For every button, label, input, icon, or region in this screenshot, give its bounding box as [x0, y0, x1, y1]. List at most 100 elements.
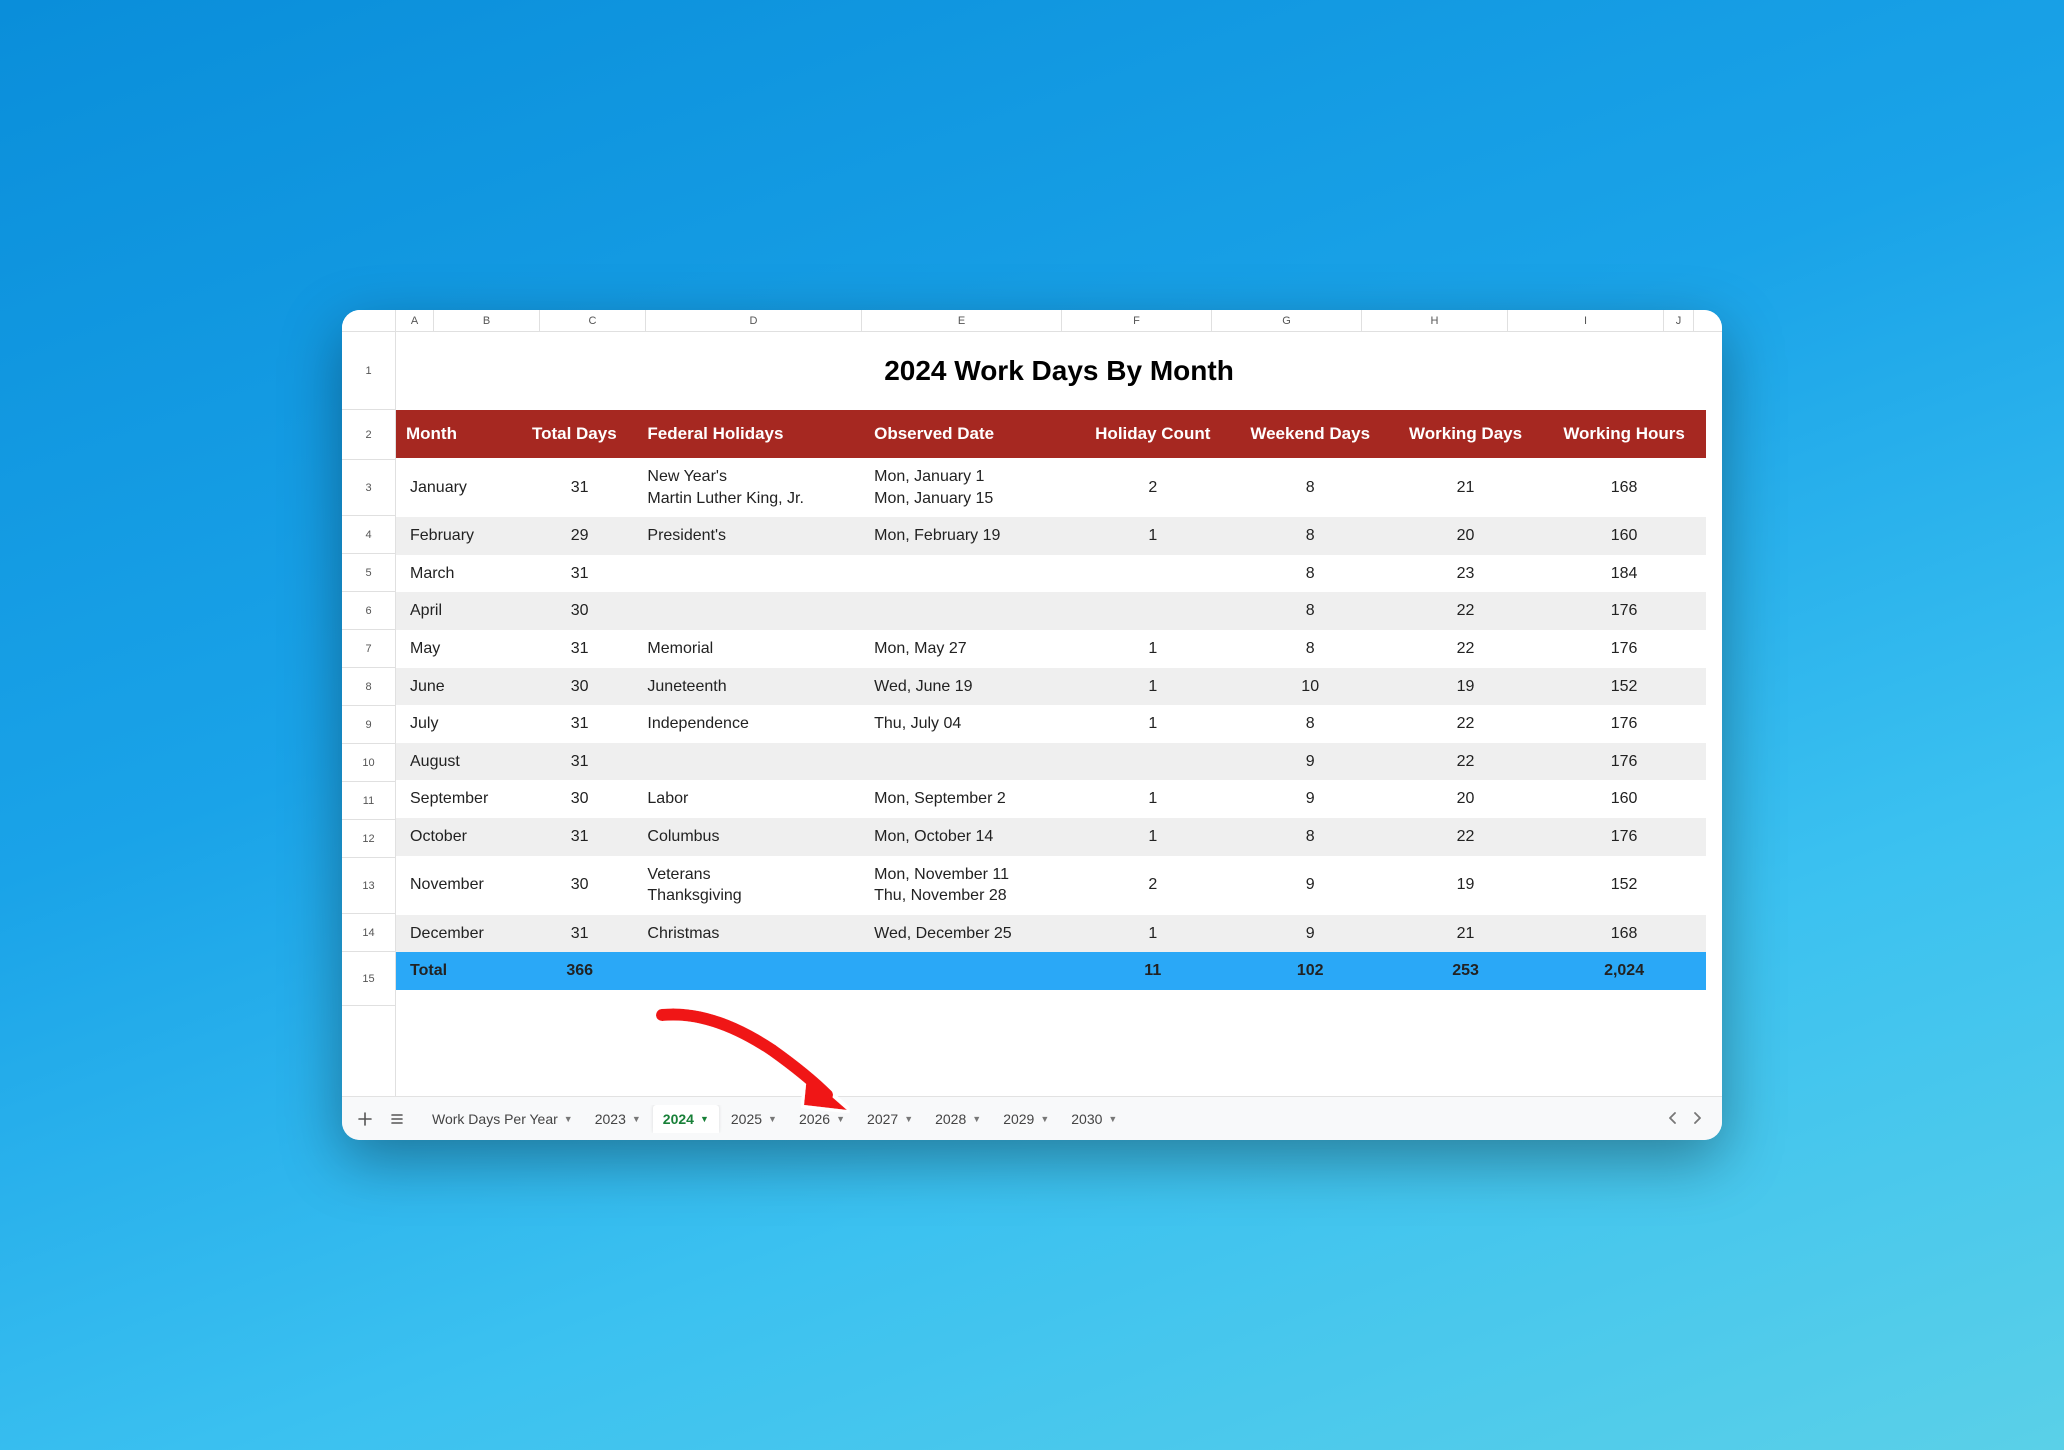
- table-row[interactable]: October31ColumbusMon, October 141822176: [396, 818, 1706, 856]
- cell-weekend-days[interactable]: 9: [1231, 856, 1388, 915]
- cell-total-holidays[interactable]: [637, 952, 864, 990]
- cell-observed-date[interactable]: Mon, November 11 Thu, November 28: [864, 856, 1074, 915]
- col-working-days[interactable]: Working Days: [1389, 410, 1542, 458]
- table-row[interactable]: March31823184: [396, 555, 1706, 593]
- cell-weekend-days[interactable]: 8: [1231, 592, 1388, 630]
- column-head-G[interactable]: G: [1212, 310, 1362, 331]
- sheet-tab-2030[interactable]: 2030▼: [1061, 1105, 1127, 1133]
- cell-total-days-sum[interactable]: 366: [522, 952, 637, 990]
- cell-working-days[interactable]: 22: [1389, 818, 1542, 856]
- cell-working-hours[interactable]: 184: [1542, 555, 1706, 593]
- sheet-area[interactable]: 2024 Work Days By Month Month Total Days: [396, 332, 1722, 1096]
- cell-observed-date[interactable]: Wed, June 19: [864, 668, 1074, 706]
- table-row[interactable]: May31MemorialMon, May 271822176: [396, 630, 1706, 668]
- cell-observed-date[interactable]: Mon, September 2: [864, 780, 1074, 818]
- row-head-13[interactable]: 13: [342, 858, 395, 914]
- cell-observed-date[interactable]: Mon, February 19: [864, 517, 1074, 555]
- cell-observed-date[interactable]: Mon, October 14: [864, 818, 1074, 856]
- cell-working-days[interactable]: 20: [1389, 517, 1542, 555]
- cell-working-days[interactable]: 19: [1389, 856, 1542, 915]
- col-month[interactable]: Month: [396, 410, 522, 458]
- cell-weekend-days[interactable]: 9: [1231, 743, 1388, 781]
- add-sheet-button[interactable]: [350, 1104, 380, 1134]
- cell-weekend-days[interactable]: 8: [1231, 630, 1388, 668]
- cell-federal-holidays[interactable]: Christmas: [637, 915, 864, 953]
- cell-weekend-days[interactable]: 8: [1231, 555, 1388, 593]
- cell-weekend-days[interactable]: 9: [1231, 780, 1388, 818]
- cell-working-hours[interactable]: 160: [1542, 517, 1706, 555]
- col-working-hours[interactable]: Working Hours: [1542, 410, 1706, 458]
- cell-total-days[interactable]: 31: [522, 915, 637, 953]
- cell-holiday-count[interactable]: 2: [1074, 856, 1231, 915]
- cell-working-days[interactable]: 22: [1389, 630, 1542, 668]
- cell-working-hours[interactable]: 176: [1542, 592, 1706, 630]
- cell-working-hours[interactable]: 176: [1542, 705, 1706, 743]
- cell-month[interactable]: September: [396, 780, 522, 818]
- row-head-5[interactable]: 5: [342, 554, 395, 592]
- col-total-days[interactable]: Total Days: [522, 410, 637, 458]
- table-row[interactable]: December31ChristmasWed, December 2519211…: [396, 915, 1706, 953]
- cell-observed-date[interactable]: Wed, December 25: [864, 915, 1074, 953]
- cell-working-days[interactable]: 22: [1389, 705, 1542, 743]
- cell-federal-holidays[interactable]: Veterans Thanksgiving: [637, 856, 864, 915]
- row-head-11[interactable]: 11: [342, 782, 395, 820]
- cell-holiday-count[interactable]: 1: [1074, 517, 1231, 555]
- table-row[interactable]: February29President'sMon, February 19182…: [396, 517, 1706, 555]
- cell-month[interactable]: November: [396, 856, 522, 915]
- cell-total-days[interactable]: 30: [522, 856, 637, 915]
- cell-working-hours[interactable]: 168: [1542, 915, 1706, 953]
- chevron-down-icon[interactable]: ▼: [972, 1114, 981, 1124]
- cell-holiday-count[interactable]: [1074, 592, 1231, 630]
- cell-holiday-count[interactable]: 1: [1074, 705, 1231, 743]
- row-head-15[interactable]: 15: [342, 952, 395, 1006]
- sheet-tab-2023[interactable]: 2023▼: [585, 1105, 651, 1133]
- table-row[interactable]: August31922176: [396, 743, 1706, 781]
- col-weekend-days[interactable]: Weekend Days: [1231, 410, 1388, 458]
- chevron-down-icon[interactable]: ▼: [1040, 1114, 1049, 1124]
- sheet-tab-2024[interactable]: 2024▼: [653, 1105, 719, 1133]
- cell-weekend-days[interactable]: 8: [1231, 705, 1388, 743]
- cell-weekend-days[interactable]: 10: [1231, 668, 1388, 706]
- cell-observed-date[interactable]: [864, 555, 1074, 593]
- col-observed-date[interactable]: Observed Date: [864, 410, 1074, 458]
- cell-total-days[interactable]: 31: [522, 458, 637, 517]
- cell-total-working[interactable]: 253: [1389, 952, 1542, 990]
- row-head-2[interactable]: 2: [342, 410, 395, 460]
- cell-total-weekend[interactable]: 102: [1231, 952, 1388, 990]
- cell-total-observed[interactable]: [864, 952, 1074, 990]
- cell-federal-holidays[interactable]: New Year's Martin Luther King, Jr.: [637, 458, 864, 517]
- column-head-C[interactable]: C: [540, 310, 646, 331]
- column-head-J[interactable]: J: [1664, 310, 1694, 331]
- cell-observed-date[interactable]: [864, 592, 1074, 630]
- select-all-corner[interactable]: [342, 310, 396, 331]
- cell-working-hours[interactable]: 160: [1542, 780, 1706, 818]
- column-head-E[interactable]: E: [862, 310, 1062, 331]
- cell-month[interactable]: April: [396, 592, 522, 630]
- cell-working-hours[interactable]: 168: [1542, 458, 1706, 517]
- row-head-8[interactable]: 8: [342, 668, 395, 706]
- cell-working-days[interactable]: 21: [1389, 915, 1542, 953]
- table-row[interactable]: April30822176: [396, 592, 1706, 630]
- cell-federal-holidays[interactable]: [637, 592, 864, 630]
- row-head-10[interactable]: 10: [342, 744, 395, 782]
- table-row[interactable]: June30JuneteenthWed, June 1911019152: [396, 668, 1706, 706]
- column-head-D[interactable]: D: [646, 310, 862, 331]
- cell-month[interactable]: December: [396, 915, 522, 953]
- cell-weekend-days[interactable]: 9: [1231, 915, 1388, 953]
- chevron-down-icon[interactable]: ▼: [768, 1114, 777, 1124]
- chevron-down-icon[interactable]: ▼: [836, 1114, 845, 1124]
- chevron-down-icon[interactable]: ▼: [632, 1114, 641, 1124]
- cell-working-days[interactable]: 23: [1389, 555, 1542, 593]
- column-head-B[interactable]: B: [434, 310, 540, 331]
- table-row[interactable]: January31New Year's Martin Luther King, …: [396, 458, 1706, 517]
- cell-total-days[interactable]: 29: [522, 517, 637, 555]
- cell-holiday-count[interactable]: 1: [1074, 668, 1231, 706]
- chevron-down-icon[interactable]: ▼: [700, 1114, 709, 1124]
- cell-holiday-count[interactable]: 1: [1074, 780, 1231, 818]
- cell-month[interactable]: July: [396, 705, 522, 743]
- row-head-12[interactable]: 12: [342, 820, 395, 858]
- cell-working-hours[interactable]: 152: [1542, 856, 1706, 915]
- sheet-tab-2026[interactable]: 2026▼: [789, 1105, 855, 1133]
- col-holiday-count[interactable]: Holiday Count: [1074, 410, 1231, 458]
- cell-weekend-days[interactable]: 8: [1231, 458, 1388, 517]
